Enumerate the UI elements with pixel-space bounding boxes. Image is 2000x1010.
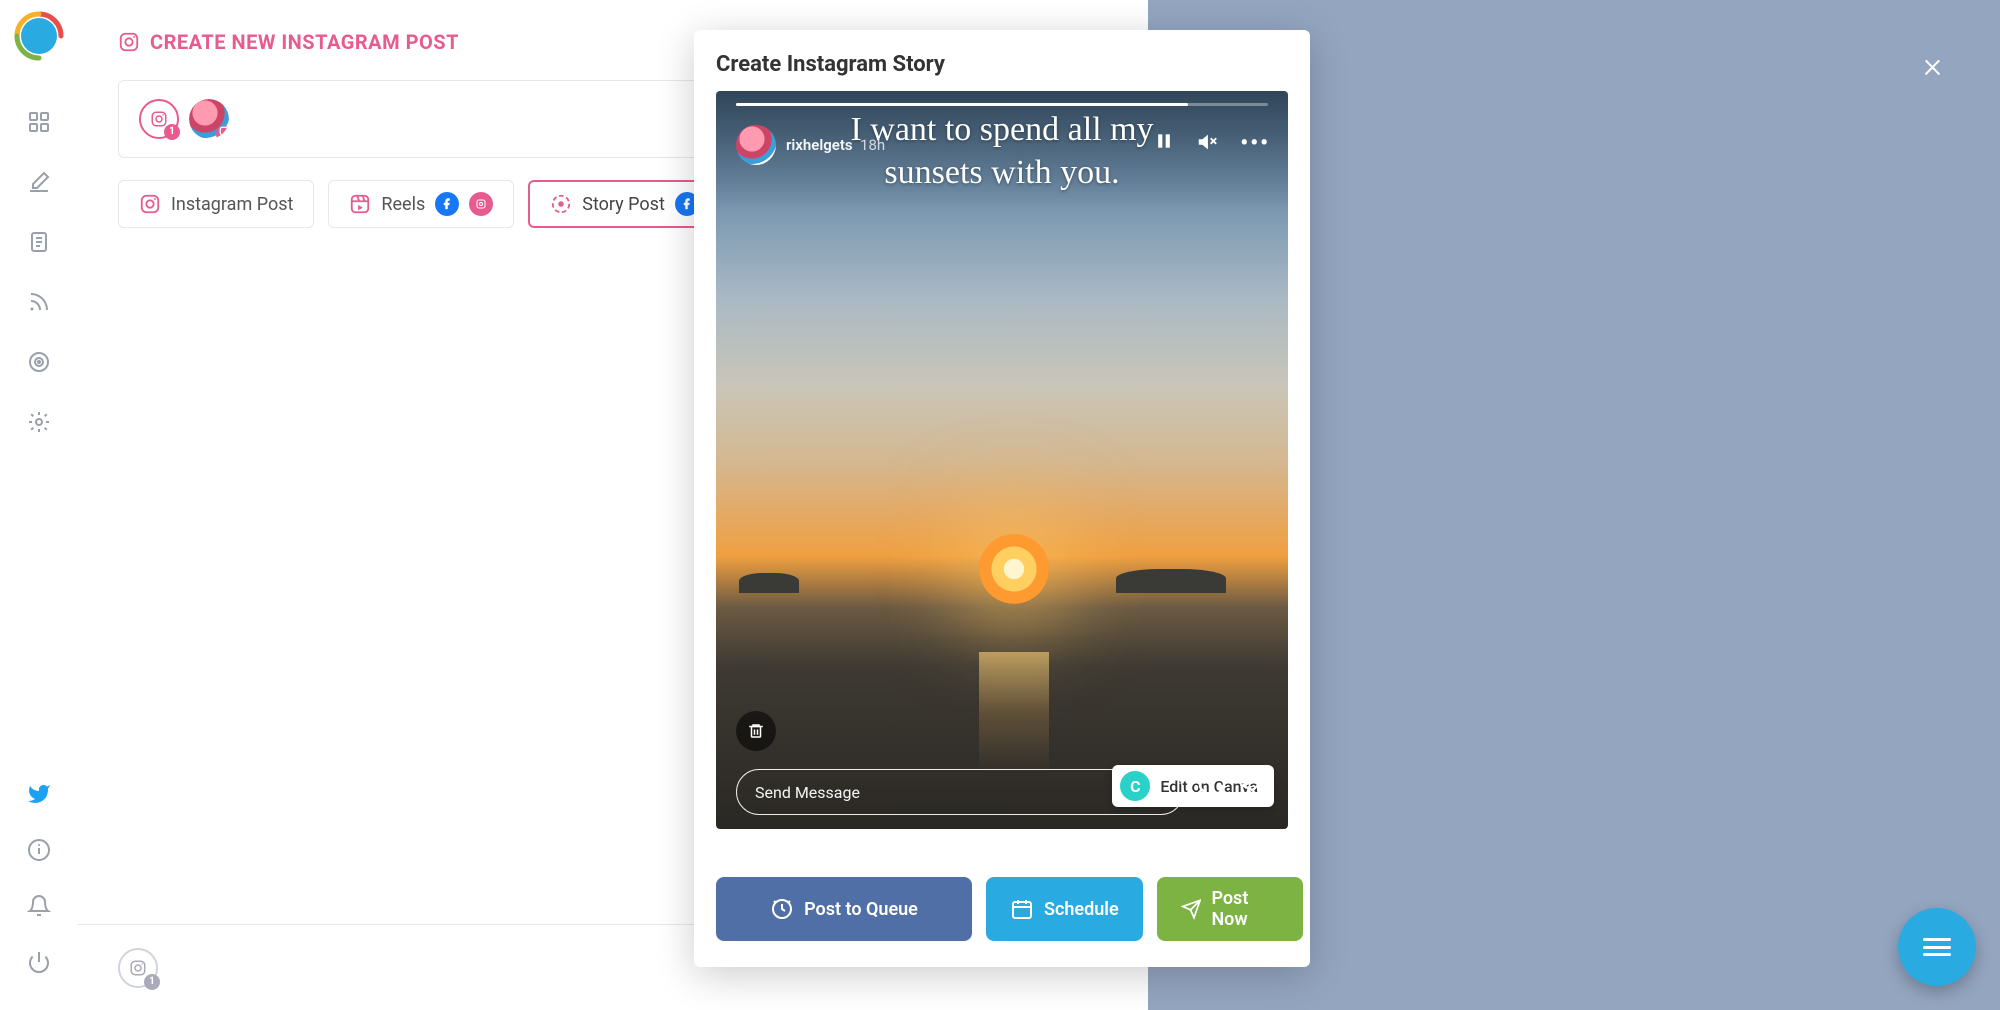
send-message-input[interactable]: Send Message [736, 769, 1184, 815]
story-avatar[interactable] [736, 125, 776, 165]
delete-media-button[interactable] [736, 711, 776, 751]
fab-menu-button[interactable] [1898, 908, 1976, 986]
heart-icon[interactable] [1198, 775, 1226, 810]
horizon [716, 563, 1288, 593]
mute-icon[interactable] [1196, 131, 1218, 159]
share-icon[interactable] [1240, 775, 1268, 810]
story-preview: I want to spend all my sunsets with you.… [716, 91, 1288, 829]
modal-overlay: × Create Instagram Story I want to spend… [0, 0, 2000, 1010]
story-username: rixhelgets 18h [786, 136, 885, 154]
send-message-row: Send Message [736, 769, 1268, 815]
modal-actions: Post to Queue Schedule Post Now [716, 877, 1288, 941]
post-now-button[interactable]: Post Now [1157, 877, 1303, 941]
create-story-modal: Create Instagram Story I want to spend a… [694, 30, 1310, 967]
button-label: Post to Queue [804, 899, 918, 920]
story-progress-bar[interactable] [736, 103, 1268, 106]
story-user: rixhelgets 18h [736, 125, 885, 165]
button-label: Post Now [1211, 888, 1278, 930]
modal-title: Create Instagram Story [716, 52, 1288, 77]
button-label: Schedule [1044, 899, 1119, 920]
schedule-button[interactable]: Schedule [986, 877, 1143, 941]
sun-reflection [979, 652, 1049, 772]
menu-icon [1923, 938, 1951, 956]
close-icon[interactable]: × [1923, 44, 1942, 86]
story-controls: ••• [1154, 131, 1270, 159]
post-to-queue-button[interactable]: Post to Queue [716, 877, 972, 941]
more-icon[interactable]: ••• [1240, 131, 1270, 159]
pause-icon[interactable] [1154, 131, 1174, 159]
